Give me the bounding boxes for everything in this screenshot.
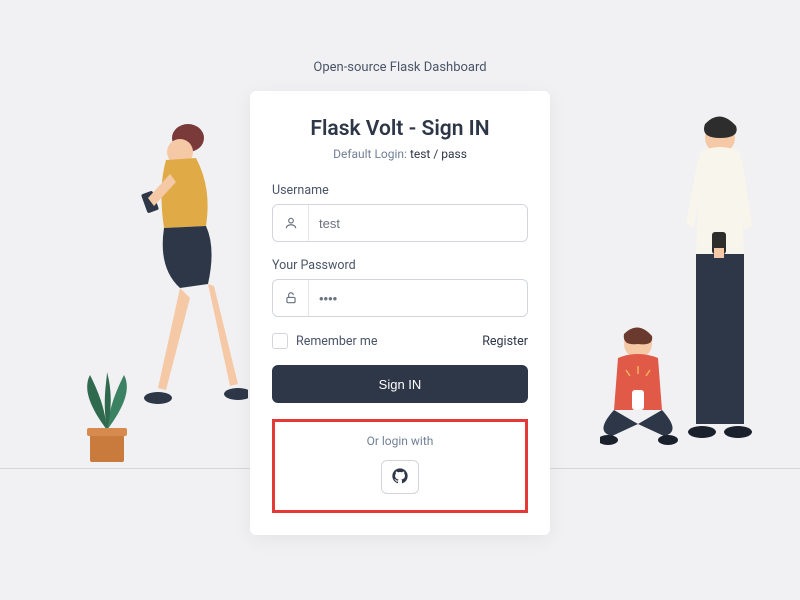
woman-illustration <box>108 118 248 470</box>
page-subtitle: Open-source Flask Dashboard <box>0 0 800 75</box>
register-link[interactable]: Register <box>482 334 528 349</box>
oauth-divider-label: Or login with <box>275 434 525 448</box>
lock-icon <box>273 280 309 316</box>
user-icon <box>273 205 309 241</box>
people-illustration-right <box>600 114 780 470</box>
login-card: Flask Volt - Sign IN Default Login: test… <box>250 91 550 535</box>
username-label: Username <box>272 183 528 198</box>
subtitle-credentials: test / pass <box>410 147 467 161</box>
card-subtitle: Default Login: test / pass <box>272 147 528 161</box>
password-label: Your Password <box>272 258 528 273</box>
github-icon <box>392 468 408 487</box>
password-input-group <box>272 279 528 317</box>
remember-wrap: Remember me <box>272 333 377 349</box>
password-input[interactable] <box>309 280 527 316</box>
card-title: Flask Volt - Sign IN <box>272 117 528 141</box>
username-input-group <box>272 204 528 242</box>
subtitle-prefix: Default Login: <box>333 147 410 161</box>
signin-button[interactable]: Sign IN <box>272 365 528 403</box>
remember-label: Remember me <box>296 334 377 349</box>
username-input[interactable] <box>309 205 527 241</box>
oauth-section-highlighted: Or login with <box>272 419 528 513</box>
github-login-button[interactable] <box>381 460 419 494</box>
remember-checkbox[interactable] <box>272 333 288 349</box>
